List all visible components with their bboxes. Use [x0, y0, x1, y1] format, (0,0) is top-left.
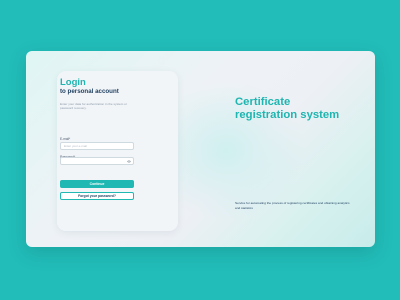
hero-headline: Certificate registration system	[235, 96, 340, 121]
login-description: Enter your data for authorization in the…	[60, 102, 127, 111]
hero-description: Service for automating the process of re…	[235, 201, 350, 210]
password-field[interactable]	[60, 157, 134, 165]
eye-icon[interactable]	[127, 159, 131, 163]
login-subtitle: to personal account	[60, 88, 119, 95]
login-card	[57, 71, 178, 231]
app-window: Login to personal account Enter your dat…	[26, 51, 375, 247]
email-field[interactable]	[60, 142, 134, 150]
email-label: E-mail*	[60, 137, 71, 141]
login-title: Login	[60, 77, 86, 88]
forgot-password-button[interactable]: Forgot your password?	[60, 192, 134, 200]
continue-button[interactable]: Continue	[60, 180, 134, 188]
